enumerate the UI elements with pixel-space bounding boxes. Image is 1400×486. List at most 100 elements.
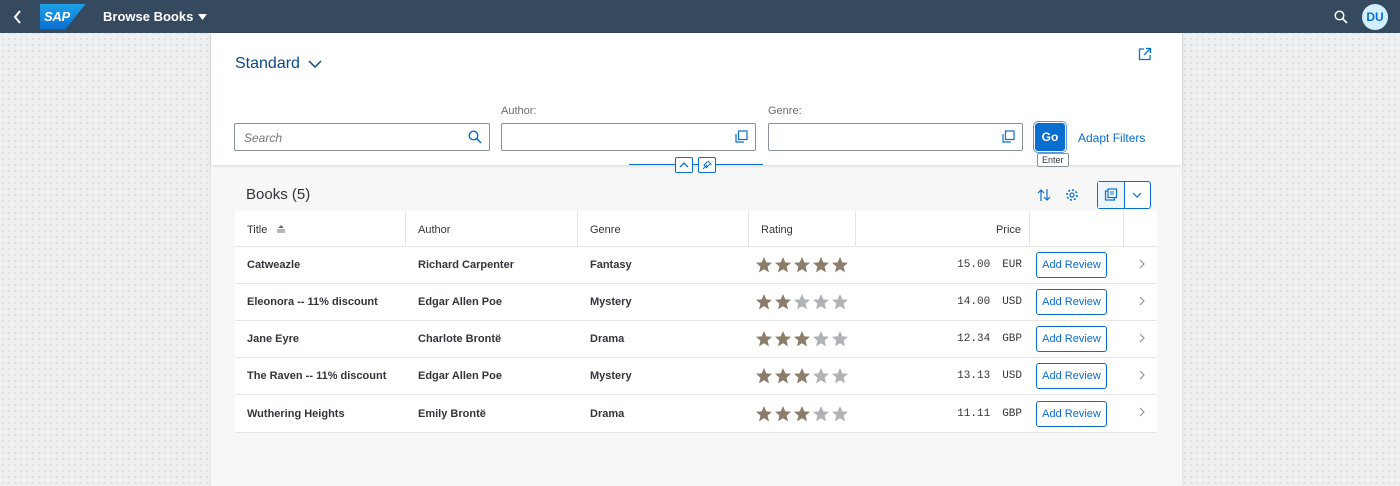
go-tooltip: Enter: [1037, 153, 1069, 167]
search-icon[interactable]: [1334, 9, 1348, 24]
rating-indicator: [749, 405, 856, 423]
star-icon: [775, 257, 791, 273]
add-review-button[interactable]: Add Review: [1036, 400, 1107, 427]
column-header-action: [1030, 211, 1124, 246]
dropdown-icon: [198, 13, 208, 20]
export-icon: [1104, 188, 1117, 201]
cell-rating: [749, 367, 856, 385]
cell-price: 11.11 GBP: [856, 408, 1030, 420]
author-label: Author:: [501, 105, 537, 117]
table-header: Title Author Genre Rating Price: [235, 211, 1157, 247]
price-value: 11.11: [957, 407, 991, 420]
star-icon: [832, 405, 848, 421]
navigation-chevron-icon[interactable]: [1139, 370, 1145, 380]
add-review-button[interactable]: Add Review: [1036, 289, 1107, 315]
price-currency: GBP: [1002, 407, 1022, 420]
books-table: Title Author Genre Rating Price Catweazl…: [235, 211, 1157, 433]
cell-rating: [749, 330, 856, 348]
collapse-header-button[interactable]: [675, 157, 693, 173]
column-header-price[interactable]: Price: [856, 211, 1030, 246]
pin-header-button[interactable]: [698, 157, 716, 173]
star-icon: [794, 368, 810, 384]
export-menu-button[interactable]: [1125, 182, 1151, 208]
price-currency: GBP: [1002, 333, 1022, 345]
cell-nav[interactable]: [1124, 259, 1157, 272]
star-icon: [832, 257, 848, 273]
star-icon: [794, 294, 810, 310]
export-button[interactable]: [1098, 182, 1125, 208]
column-header-title[interactable]: Title: [235, 211, 406, 246]
table-body: Catweazle Richard Carpenter Fantasy 15.00 EU…: [235, 247, 1157, 432]
table-row[interactable]: Wuthering Heights Emily Brontë Drama 11.11 G…: [235, 395, 1157, 432]
collapse-icon: [679, 162, 689, 168]
price-value: 15.00: [957, 259, 991, 271]
add-review-button[interactable]: Add Review: [1036, 363, 1107, 389]
page: Standard Search Author: Genre: Go Enter …: [211, 33, 1182, 486]
star-icon: [756, 294, 772, 310]
cell-nav[interactable]: [1124, 296, 1157, 309]
column-header-label: Title: [247, 224, 268, 236]
back-icon: [13, 9, 21, 24]
cell-nav[interactable]: [1124, 407, 1157, 420]
price-currency: USD: [1002, 296, 1022, 308]
sort-icon: [1037, 189, 1051, 201]
export-split-button: [1097, 181, 1151, 209]
cell-action: Add Review: [1030, 289, 1124, 315]
navigation-chevron-icon[interactable]: [1139, 333, 1145, 343]
star-icon: [813, 257, 829, 273]
header-divider: [629, 164, 763, 165]
column-header-genre[interactable]: Genre: [578, 211, 749, 246]
settings-icon: [1066, 189, 1078, 201]
genre-label: Genre:: [768, 105, 802, 117]
star-icon: [775, 405, 791, 421]
column-header-author[interactable]: Author: [406, 211, 578, 246]
back-button[interactable]: [0, 0, 36, 33]
share-icon: [1138, 47, 1152, 61]
value-help-icon[interactable]: [735, 130, 748, 143]
table-row[interactable]: The Raven -- 11% discount Edgar Allen Poe…: [235, 358, 1157, 395]
navigation-chevron-icon[interactable]: [1139, 259, 1145, 269]
cell-action: Add Review: [1030, 363, 1124, 389]
variant-chevron-icon: [308, 60, 322, 68]
author-field[interactable]: [501, 123, 756, 151]
column-header-nav: [1124, 211, 1157, 246]
price-value: 14.00: [957, 296, 991, 308]
cell-author: Emily Brontë: [418, 407, 486, 420]
cell-title: The Raven -- 11% discount: [247, 370, 387, 382]
cell-nav[interactable]: [1124, 333, 1157, 346]
adapt-filters-button[interactable]: Adapt Filters: [1078, 131, 1145, 145]
cell-genre: Mystery: [590, 296, 632, 308]
filter-header: Standard Search Author: Genre: Go Enter …: [211, 33, 1182, 167]
cell-genre: Fantasy: [590, 259, 632, 271]
sap-logo: SAP: [40, 3, 86, 30]
price-currency: EUR: [1002, 259, 1022, 271]
settings-button[interactable]: [1058, 181, 1086, 209]
cell-author: Charlote Brontë: [418, 333, 502, 345]
variant-selector[interactable]: Standard: [235, 55, 322, 73]
search-icon[interactable]: [468, 130, 482, 144]
navigation-chevron-icon[interactable]: [1139, 296, 1145, 306]
price-value: 12.34: [957, 333, 991, 345]
star-icon: [813, 405, 829, 421]
value-help-icon[interactable]: [1002, 130, 1015, 143]
table-row[interactable]: Jane Eyre Charlote Brontë Drama 12.34 GBP Add…: [235, 321, 1157, 358]
sort-button[interactable]: [1030, 181, 1058, 209]
table-row[interactable]: Catweazle Richard Carpenter Fantasy 15.00 EU…: [235, 247, 1157, 284]
add-review-button[interactable]: Add Review: [1036, 326, 1107, 352]
star-icon: [775, 368, 791, 384]
genre-field[interactable]: [768, 123, 1023, 151]
navigation-chevron-icon[interactable]: [1139, 407, 1145, 417]
go-button[interactable]: Go: [1035, 123, 1065, 151]
avatar[interactable]: DU: [1362, 3, 1388, 30]
add-review-button[interactable]: Add Review: [1036, 252, 1107, 278]
column-header-rating[interactable]: Rating: [749, 211, 856, 246]
cell-title: Catweazle: [247, 259, 301, 271]
search-input[interactable]: Search: [234, 123, 490, 151]
chevron-down-icon: [1132, 192, 1142, 198]
cell-nav[interactable]: [1124, 370, 1157, 383]
share-button[interactable]: [1138, 47, 1152, 66]
table-row[interactable]: Eleonora -- 11% discount Edgar Allen Poe M…: [235, 284, 1157, 321]
cell-action: Add Review: [1030, 326, 1124, 352]
cell-genre: Drama: [590, 333, 625, 345]
app-title-menu[interactable]: Browse Books: [103, 9, 208, 24]
